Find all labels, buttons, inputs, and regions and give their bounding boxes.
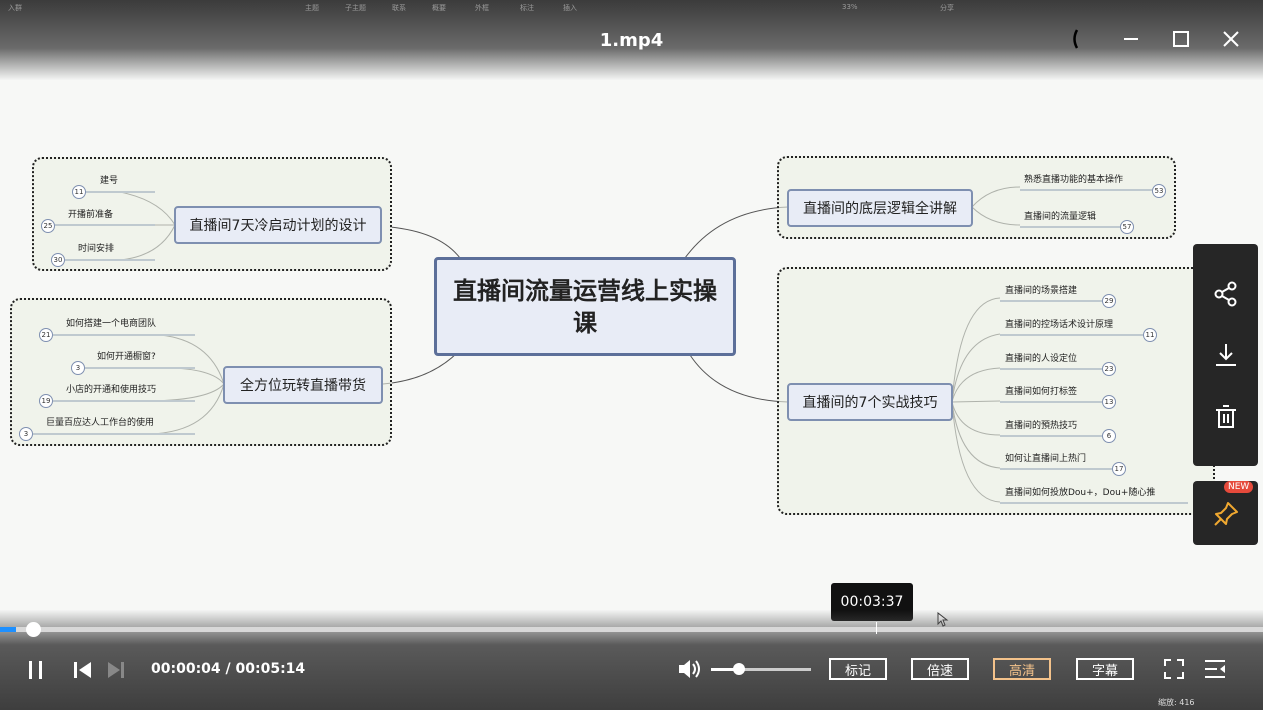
speed-button[interactable]: 倍速 bbox=[911, 658, 969, 680]
progress-handle[interactable] bbox=[26, 622, 41, 637]
count-badge: 11 bbox=[72, 185, 86, 199]
central-topic: 直播间流量运营线上实操课 bbox=[434, 257, 736, 356]
skip-previous-icon bbox=[74, 662, 91, 678]
volume-handle[interactable] bbox=[733, 663, 745, 675]
pin-icon bbox=[1213, 502, 1238, 526]
count-badge: 23 bbox=[1102, 362, 1116, 376]
count-badge: 19 bbox=[39, 394, 53, 408]
leaf-label: 直播间的預热技巧 bbox=[1005, 421, 1078, 431]
leaf-label: 时间安排 bbox=[78, 244, 115, 254]
player-controls bbox=[0, 610, 1263, 710]
count-badge: 3 bbox=[71, 361, 85, 375]
count-badge: 53 bbox=[1152, 184, 1166, 198]
leaf-label: 直播间的流量逻辑 bbox=[1024, 212, 1097, 222]
progress-fill bbox=[0, 627, 16, 632]
leaf-label: 直播间如何投放Dou+，Dou+随心推 bbox=[1005, 488, 1156, 498]
fullscreen-button[interactable] bbox=[1163, 658, 1185, 684]
leaf-label: 如何搭建一个电商团队 bbox=[66, 319, 157, 329]
mark-button[interactable]: 标记 bbox=[829, 658, 887, 680]
leaf-label: 熟悉直播功能的基本操作 bbox=[1024, 175, 1124, 185]
leaf-label: 直播间的人设定位 bbox=[1005, 354, 1078, 364]
pause-icon bbox=[29, 661, 42, 679]
leaf-label: 直播间的控场话术设计原理 bbox=[1005, 320, 1114, 330]
quality-button[interactable]: 高清 bbox=[993, 658, 1051, 680]
leaf-label: 开播前准备 bbox=[68, 210, 114, 220]
delete-button[interactable] bbox=[1193, 392, 1258, 442]
side-action-panel bbox=[1193, 244, 1258, 466]
count-badge: 17 bbox=[1112, 462, 1126, 476]
branch-skills: 直播间的7个实战技巧 bbox=[787, 383, 953, 421]
new-badge: NEW bbox=[1224, 481, 1254, 493]
previous-button[interactable] bbox=[72, 660, 92, 684]
leaf-label: 建号 bbox=[100, 176, 119, 186]
time-display: 00:00:04 / 00:05:14 bbox=[151, 661, 306, 677]
subtitle-button[interactable]: 字幕 bbox=[1076, 658, 1134, 680]
download-button[interactable] bbox=[1193, 330, 1258, 380]
leaf-label: 小店的开通和使用技巧 bbox=[66, 385, 157, 395]
seek-hover-marker bbox=[876, 622, 877, 634]
volume-button[interactable] bbox=[677, 658, 703, 684]
next-button[interactable] bbox=[106, 660, 126, 684]
branch-selling: 全方位玩转直播带货 bbox=[223, 366, 383, 404]
trash-icon bbox=[1215, 405, 1236, 428]
branch-cold-start: 直播间7天冷启动计划的设计 bbox=[174, 206, 382, 244]
leaf-label: 直播间如何打标签 bbox=[1005, 387, 1078, 397]
progress-bar[interactable] bbox=[0, 627, 1263, 632]
leaf-label: 如何让直播间上热门 bbox=[1005, 454, 1087, 464]
leaf-label: 直播间的场景搭建 bbox=[1005, 286, 1078, 296]
count-badge: 13 bbox=[1102, 395, 1116, 409]
branch-logic: 直播间的底层逻辑全讲解 bbox=[787, 189, 973, 227]
count-badge: 57 bbox=[1120, 220, 1134, 234]
skip-next-icon bbox=[108, 662, 124, 678]
fullscreen-icon bbox=[1164, 659, 1184, 679]
footer-zoom-label: 缩放: 416 bbox=[1158, 698, 1195, 707]
pin-button[interactable] bbox=[1193, 489, 1258, 539]
volume-icon bbox=[679, 660, 700, 678]
share-icon bbox=[1214, 281, 1236, 307]
count-badge: 3 bbox=[19, 427, 33, 441]
download-icon bbox=[1215, 344, 1236, 366]
pause-button[interactable] bbox=[27, 660, 45, 684]
count-badge: 29 bbox=[1102, 294, 1116, 308]
leaf-label: 巨量百应达人工作台的使用 bbox=[46, 418, 155, 428]
leaf-label: 如何开通橱窗? bbox=[97, 352, 156, 362]
count-badge: 25 bbox=[41, 219, 55, 233]
count-badge: 21 bbox=[39, 328, 53, 342]
share-button[interactable] bbox=[1193, 269, 1258, 319]
count-badge: 6 bbox=[1102, 429, 1116, 443]
playlist-icon bbox=[1205, 660, 1225, 678]
count-badge: 30 bbox=[51, 253, 65, 267]
count-badge: 11 bbox=[1143, 328, 1157, 342]
playlist-button[interactable] bbox=[1203, 658, 1227, 684]
